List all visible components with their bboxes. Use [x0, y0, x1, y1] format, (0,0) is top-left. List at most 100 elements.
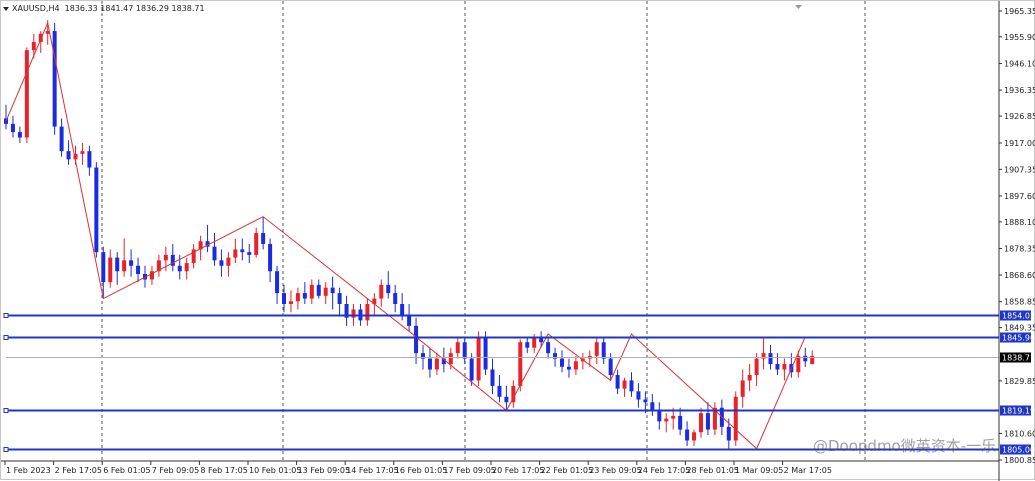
candle-body [407, 314, 412, 326]
candle-body [490, 369, 495, 386]
time-axis: 1 Feb 2023 2 Feb 17:05 6 Feb 01:05 7 Feb 09… [1, 460, 999, 475]
candle-body [608, 358, 613, 375]
price-tick-label: 1849.35 [1004, 324, 1035, 333]
candle-body [782, 364, 787, 370]
candle [205, 224, 210, 253]
candle [240, 238, 245, 261]
candle-body [226, 257, 231, 266]
candle [629, 372, 634, 397]
candle [337, 287, 342, 315]
price-tick-label: 1907.35 [1004, 165, 1035, 174]
candle-body [678, 415, 683, 430]
candle-body [275, 271, 280, 294]
dropdown-triangle-icon[interactable] [3, 6, 9, 11]
candle-body [650, 402, 655, 411]
time-tick-label: 16 Feb 01:05 [395, 466, 447, 475]
candle-body [122, 260, 127, 272]
candle [52, 22, 57, 135]
candle [782, 358, 787, 381]
price-tick-label: 1936.35 [1004, 86, 1035, 95]
price-tick-label: 1926.85 [1004, 112, 1035, 121]
scroll-marker-icon[interactable] [795, 5, 802, 9]
time-tick-label: 17 Feb 09:05 [443, 466, 495, 475]
candle-body [87, 151, 92, 168]
candle-body [254, 233, 259, 255]
candle-body [233, 249, 238, 258]
candle [754, 353, 759, 386]
candle [379, 279, 384, 307]
candle [546, 336, 551, 359]
candle-body [699, 413, 703, 433]
candle [775, 353, 780, 375]
time-tick-label: 24 Feb 17:05 [638, 466, 690, 475]
candle [261, 216, 266, 250]
price-chart[interactable]: 1854.02 1845.96 1819.19 1805.00 1838.71 1965… [1, 1, 1035, 481]
candle [323, 282, 328, 305]
ohlc-values: 1836.33 1841.47 1836.29 1838.71 [64, 4, 205, 13]
candle-body [692, 432, 697, 441]
candle [275, 265, 280, 305]
level-anchor-handle[interactable] [3, 447, 9, 452]
candle-body [52, 31, 57, 127]
candle [59, 118, 64, 157]
candle-body [261, 233, 266, 244]
candle [17, 126, 22, 143]
candle-body [726, 426, 731, 441]
price-tick-label: 1800.85 [1004, 456, 1035, 465]
candle [233, 238, 238, 264]
candle-body [754, 358, 759, 375]
candle-body [525, 342, 530, 348]
time-tick-label: 8 Feb 17:05 [200, 466, 247, 475]
candle [407, 304, 412, 332]
candle [295, 287, 300, 310]
candle-body [636, 391, 641, 400]
candle-body [10, 123, 15, 133]
time-tick-label: 7 Feb 09:05 [152, 466, 199, 475]
candle-body [643, 399, 648, 403]
candle-body [622, 380, 627, 389]
level-anchor-handle[interactable] [3, 408, 9, 413]
candle [740, 369, 745, 408]
candle-body [448, 353, 453, 365]
candle [455, 336, 460, 359]
candle [685, 421, 690, 446]
candle [615, 369, 620, 395]
candle [94, 162, 99, 258]
candle-body [240, 249, 245, 253]
vertical-grid [101, 1, 866, 460]
time-tick-label: 10 Feb 01:05 [249, 466, 301, 475]
candle-body [163, 254, 168, 261]
candle-body [775, 364, 780, 370]
candle-body [747, 374, 752, 381]
candle-body [302, 293, 307, 299]
candle [108, 249, 113, 288]
candle [692, 429, 697, 446]
level-price-label: 1845.96 [1002, 334, 1035, 343]
candle [525, 336, 530, 354]
candle [497, 374, 502, 403]
level-anchor-handle[interactable] [3, 335, 9, 340]
candle [476, 331, 481, 386]
candle-body [129, 260, 134, 266]
price-tick-label: 1878.35 [1004, 244, 1035, 253]
candle-body [560, 358, 564, 367]
candle [129, 249, 134, 277]
candle [434, 353, 439, 375]
candle [386, 271, 391, 299]
candle-body [469, 358, 474, 381]
candle-body [414, 325, 419, 354]
candles-layer [4, 20, 815, 449]
current-price-label: 1838.71 [1002, 354, 1035, 363]
candle [699, 407, 703, 438]
zigzag-layer [5, 21, 806, 450]
chart-window[interactable]: 1854.02 1845.96 1819.19 1805.00 1838.71 1965… [0, 0, 1035, 481]
level-anchor-handle[interactable] [3, 313, 9, 318]
candle-body [309, 284, 314, 299]
candle [796, 350, 801, 378]
candle [761, 336, 766, 370]
candle-body [594, 342, 599, 356]
time-tick-label: 2 Mar 17:05 [784, 466, 832, 475]
level-price-label: 1819.19 [1002, 407, 1035, 416]
candle-body [705, 413, 710, 430]
price-tick-label: 1897.60 [1004, 192, 1035, 201]
